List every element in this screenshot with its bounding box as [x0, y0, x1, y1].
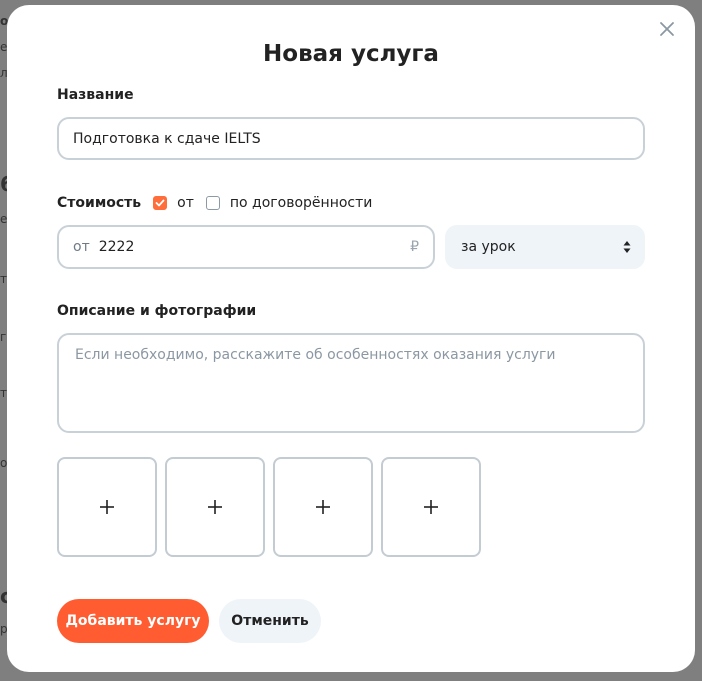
price-input[interactable]: от 2222 ₽	[57, 225, 435, 269]
ruble-currency-icon: ₽	[410, 239, 419, 255]
close-icon	[660, 22, 674, 36]
from-checkbox[interactable]	[153, 196, 168, 210]
price-unit-select[interactable]: за урок	[445, 225, 645, 269]
plus-icon	[424, 500, 438, 514]
negotiable-checkbox-label[interactable]: по договорённости	[230, 195, 372, 211]
modal-title: Новая услуга	[263, 41, 439, 67]
add-photo-button[interactable]	[381, 457, 481, 557]
background-text: т	[0, 386, 7, 400]
cancel-button[interactable]: Отменить	[219, 599, 321, 643]
plus-icon	[100, 500, 114, 514]
add-photo-button[interactable]	[273, 457, 373, 557]
description-textarea[interactable]: Если необходимо, расскажите об особеннос…	[57, 333, 645, 433]
description-placeholder: Если необходимо, расскажите об особеннос…	[75, 347, 556, 363]
add-photo-button[interactable]	[57, 457, 157, 557]
add-photo-button[interactable]	[165, 457, 265, 557]
name-label: Название	[57, 87, 134, 103]
price-prefix: от	[73, 239, 90, 255]
plus-icon	[316, 500, 330, 514]
description-label: Описание и фотографии	[57, 303, 257, 319]
service-name-input[interactable]: Подготовка к сдаче IELTS	[57, 117, 645, 160]
add-service-button[interactable]: Добавить услугу	[57, 599, 209, 643]
checkmark-icon	[155, 199, 165, 207]
price-label: Стоимость	[57, 195, 142, 211]
plus-icon	[208, 500, 222, 514]
negotiable-checkbox[interactable]	[205, 196, 220, 210]
price-value: 2222	[98, 239, 135, 255]
price-options-row: Стоимость от по договорённости	[57, 193, 384, 213]
new-service-modal: Новая услуга Название Подготовка к сдаче…	[7, 5, 695, 672]
service-name-value: Подготовка к сдаче IELTS	[73, 130, 261, 147]
from-checkbox-label[interactable]: от	[177, 195, 194, 211]
background-text: т	[0, 272, 7, 286]
select-arrows-icon	[623, 241, 631, 253]
price-unit-value: за урок	[461, 239, 516, 255]
close-button[interactable]	[657, 19, 677, 39]
